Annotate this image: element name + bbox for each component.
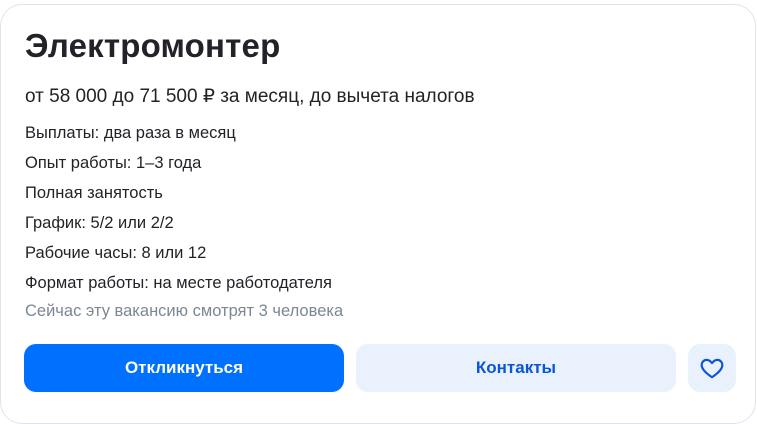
detail-employment: Полная занятость: [25, 184, 163, 202]
detail-working-hours: Рабочие часы: 8 или 12: [25, 244, 207, 262]
favorite-button[interactable]: [688, 344, 736, 392]
salary-range: от 58 000 до 71 500 ₽ за месяц, до вычет…: [25, 86, 475, 107]
viewers-count-text: Сейчас эту вакансию смотрят 3 человека: [25, 302, 344, 320]
detail-experience: Опыт работы: 1–3 года: [25, 154, 202, 172]
detail-work-format: Формат работы: на месте работодателя: [25, 274, 332, 292]
contacts-button[interactable]: Контакты: [356, 344, 676, 392]
respond-button[interactable]: Откликнуться: [24, 344, 344, 392]
vacancy-details-list: Выплаты: два раза в месяц Опыт работы: 1…: [25, 122, 332, 302]
vacancy-title[interactable]: Электромонтер: [25, 27, 280, 65]
detail-schedule: График: 5/2 или 2/2: [25, 214, 174, 232]
heart-icon: [700, 358, 724, 379]
detail-payments: Выплаты: два раза в месяц: [25, 124, 236, 142]
